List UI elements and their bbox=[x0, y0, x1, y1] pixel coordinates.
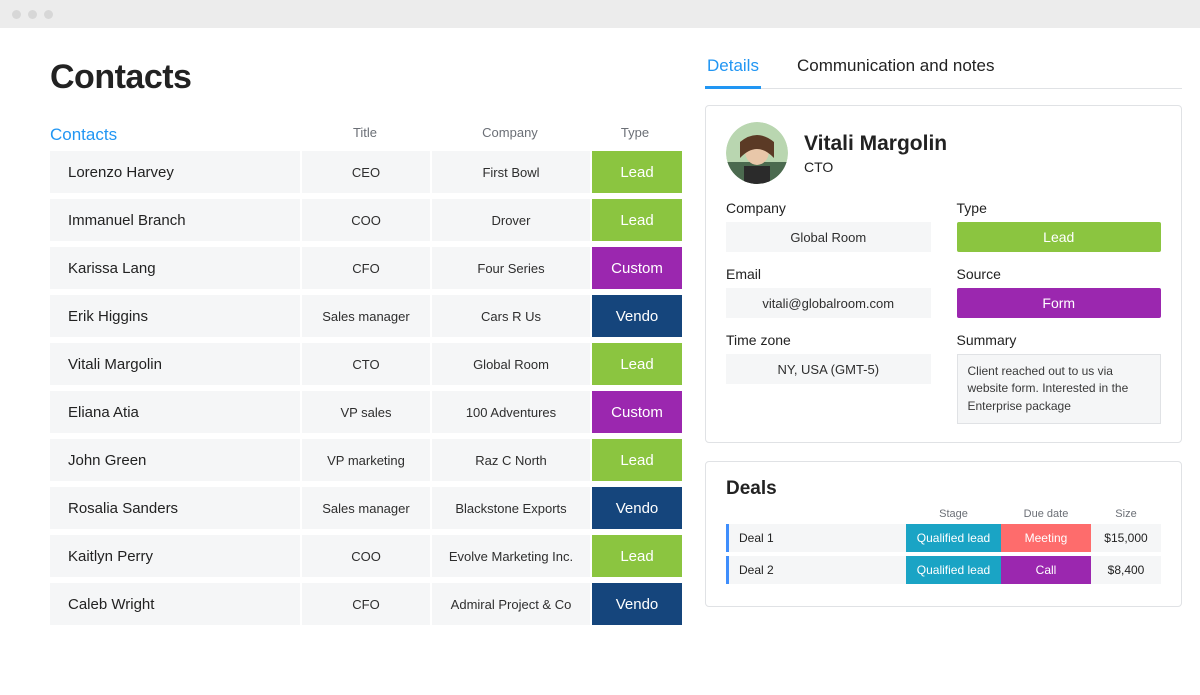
cell-type[interactable]: Lead bbox=[592, 199, 682, 241]
avatar bbox=[726, 122, 788, 184]
col-header-title[interactable]: Title bbox=[300, 125, 430, 145]
deal-due[interactable]: Call bbox=[1001, 556, 1091, 584]
value-company[interactable]: Global Room bbox=[726, 222, 931, 252]
cell-name: Erik Higgins bbox=[54, 295, 300, 337]
tab-details[interactable]: Details bbox=[705, 52, 761, 89]
deals-title: Deals bbox=[726, 478, 1161, 500]
value-email[interactable]: vitali@globalroom.com bbox=[726, 288, 931, 318]
deals-card: Deals Stage Due date Size Deal 1Qualifie… bbox=[705, 461, 1182, 607]
label-email: Email bbox=[726, 266, 931, 282]
cell-company: Global Room bbox=[432, 343, 590, 385]
col-header-due[interactable]: Due date bbox=[1001, 508, 1091, 520]
cell-company: Evolve Marketing Inc. bbox=[432, 535, 590, 577]
cell-name: Immanuel Branch bbox=[54, 199, 300, 241]
table-row[interactable]: Eliana AtiaVP sales100 AdventuresCustom bbox=[50, 391, 682, 433]
cell-type[interactable]: Custom bbox=[592, 391, 682, 433]
window-dot bbox=[44, 10, 53, 19]
cell-company: Four Series bbox=[432, 247, 590, 289]
window-dot bbox=[12, 10, 21, 19]
cell-type[interactable]: Lead bbox=[592, 151, 682, 193]
cell-name: Eliana Atia bbox=[54, 391, 300, 433]
tab-communication[interactable]: Communication and notes bbox=[795, 52, 997, 88]
cell-name: Rosalia Sanders bbox=[54, 487, 300, 529]
deal-stage[interactable]: Qualified lead bbox=[906, 556, 1001, 584]
detail-panel: Details Communication and notes bbox=[682, 28, 1200, 695]
deal-name: Deal 1 bbox=[729, 524, 906, 552]
cell-title: Sales manager bbox=[302, 487, 430, 529]
page-title: Contacts bbox=[50, 58, 682, 97]
cell-company: 100 Adventures bbox=[432, 391, 590, 433]
cell-title: COO bbox=[302, 535, 430, 577]
table-row[interactable]: Kaitlyn PerryCOOEvolve Marketing Inc.Lea… bbox=[50, 535, 682, 577]
cell-company: Drover bbox=[432, 199, 590, 241]
cell-company: Admiral Project & Co bbox=[432, 583, 590, 625]
col-header-size[interactable]: Size bbox=[1091, 508, 1161, 520]
value-summary[interactable]: Client reached out to us via website for… bbox=[957, 354, 1162, 424]
deal-row[interactable]: Deal 1Qualified leadMeeting$15,000 bbox=[726, 524, 1161, 552]
contact-card: Vitali Margolin CTO Company Global Room … bbox=[705, 105, 1182, 443]
deal-row[interactable]: Deal 2Qualified leadCall$8,400 bbox=[726, 556, 1161, 584]
cell-name: Karissa Lang bbox=[54, 247, 300, 289]
cell-company: First Bowl bbox=[432, 151, 590, 193]
label-company: Company bbox=[726, 200, 931, 216]
label-summary: Summary bbox=[957, 332, 1162, 348]
table-row[interactable]: Lorenzo HarveyCEOFirst BowlLead bbox=[50, 151, 682, 193]
cell-title: CFO bbox=[302, 247, 430, 289]
label-source: Source bbox=[957, 266, 1162, 282]
table-row[interactable]: Rosalia SandersSales managerBlackstone E… bbox=[50, 487, 682, 529]
cell-company: Raz C North bbox=[432, 439, 590, 481]
col-header-stage[interactable]: Stage bbox=[906, 508, 1001, 520]
label-type: Type bbox=[957, 200, 1162, 216]
deal-size: $15,000 bbox=[1091, 524, 1161, 552]
cell-title: COO bbox=[302, 199, 430, 241]
cell-title: CFO bbox=[302, 583, 430, 625]
cell-title: Sales manager bbox=[302, 295, 430, 337]
cell-type[interactable]: Custom bbox=[592, 247, 682, 289]
table-row[interactable]: Caleb WrightCFOAdmiral Project & CoVendo bbox=[50, 583, 682, 625]
contact-name: Vitali Margolin bbox=[804, 131, 947, 156]
cell-type[interactable]: Lead bbox=[592, 439, 682, 481]
label-timezone: Time zone bbox=[726, 332, 931, 348]
value-type[interactable]: Lead bbox=[957, 222, 1162, 252]
cell-company: Blackstone Exports bbox=[432, 487, 590, 529]
cell-type[interactable]: Vendo bbox=[592, 583, 682, 625]
cell-title: VP sales bbox=[302, 391, 430, 433]
contacts-panel: Contacts Contacts Title Company Type Lor… bbox=[0, 28, 682, 695]
cell-name: Vitali Margolin bbox=[54, 343, 300, 385]
deals-header: Stage Due date Size bbox=[726, 508, 1161, 520]
cell-name: John Green bbox=[54, 439, 300, 481]
table-row[interactable]: John GreenVP marketingRaz C NorthLead bbox=[50, 439, 682, 481]
cell-company: Cars R Us bbox=[432, 295, 590, 337]
cell-type[interactable]: Vendo bbox=[592, 295, 682, 337]
cell-title: VP marketing bbox=[302, 439, 430, 481]
window-chrome bbox=[0, 0, 1200, 28]
cell-name: Kaitlyn Perry bbox=[54, 535, 300, 577]
contact-role: CTO bbox=[804, 159, 947, 175]
value-source[interactable]: Form bbox=[957, 288, 1162, 318]
cell-type[interactable]: Lead bbox=[592, 535, 682, 577]
contacts-header: Contacts Title Company Type bbox=[50, 125, 682, 145]
cell-title: CEO bbox=[302, 151, 430, 193]
tabs: Details Communication and notes bbox=[705, 52, 1182, 89]
deal-name: Deal 2 bbox=[729, 556, 906, 584]
value-timezone[interactable]: NY, USA (GMT-5) bbox=[726, 354, 931, 384]
deal-stage[interactable]: Qualified lead bbox=[906, 524, 1001, 552]
cell-type[interactable]: Vendo bbox=[592, 487, 682, 529]
col-header-company[interactable]: Company bbox=[430, 125, 590, 145]
deal-due[interactable]: Meeting bbox=[1001, 524, 1091, 552]
table-row[interactable]: Karissa LangCFOFour SeriesCustom bbox=[50, 247, 682, 289]
cell-type[interactable]: Lead bbox=[592, 343, 682, 385]
window-dot bbox=[28, 10, 37, 19]
col-header-type[interactable]: Type bbox=[590, 125, 680, 145]
col-header-name[interactable]: Contacts bbox=[50, 125, 300, 145]
table-row[interactable]: Erik HigginsSales managerCars R UsVendo bbox=[50, 295, 682, 337]
table-row[interactable]: Immanuel BranchCOODroverLead bbox=[50, 199, 682, 241]
deal-size: $8,400 bbox=[1091, 556, 1161, 584]
cell-name: Caleb Wright bbox=[54, 583, 300, 625]
table-row[interactable]: Vitali MargolinCTOGlobal RoomLead bbox=[50, 343, 682, 385]
cell-name: Lorenzo Harvey bbox=[54, 151, 300, 193]
cell-title: CTO bbox=[302, 343, 430, 385]
